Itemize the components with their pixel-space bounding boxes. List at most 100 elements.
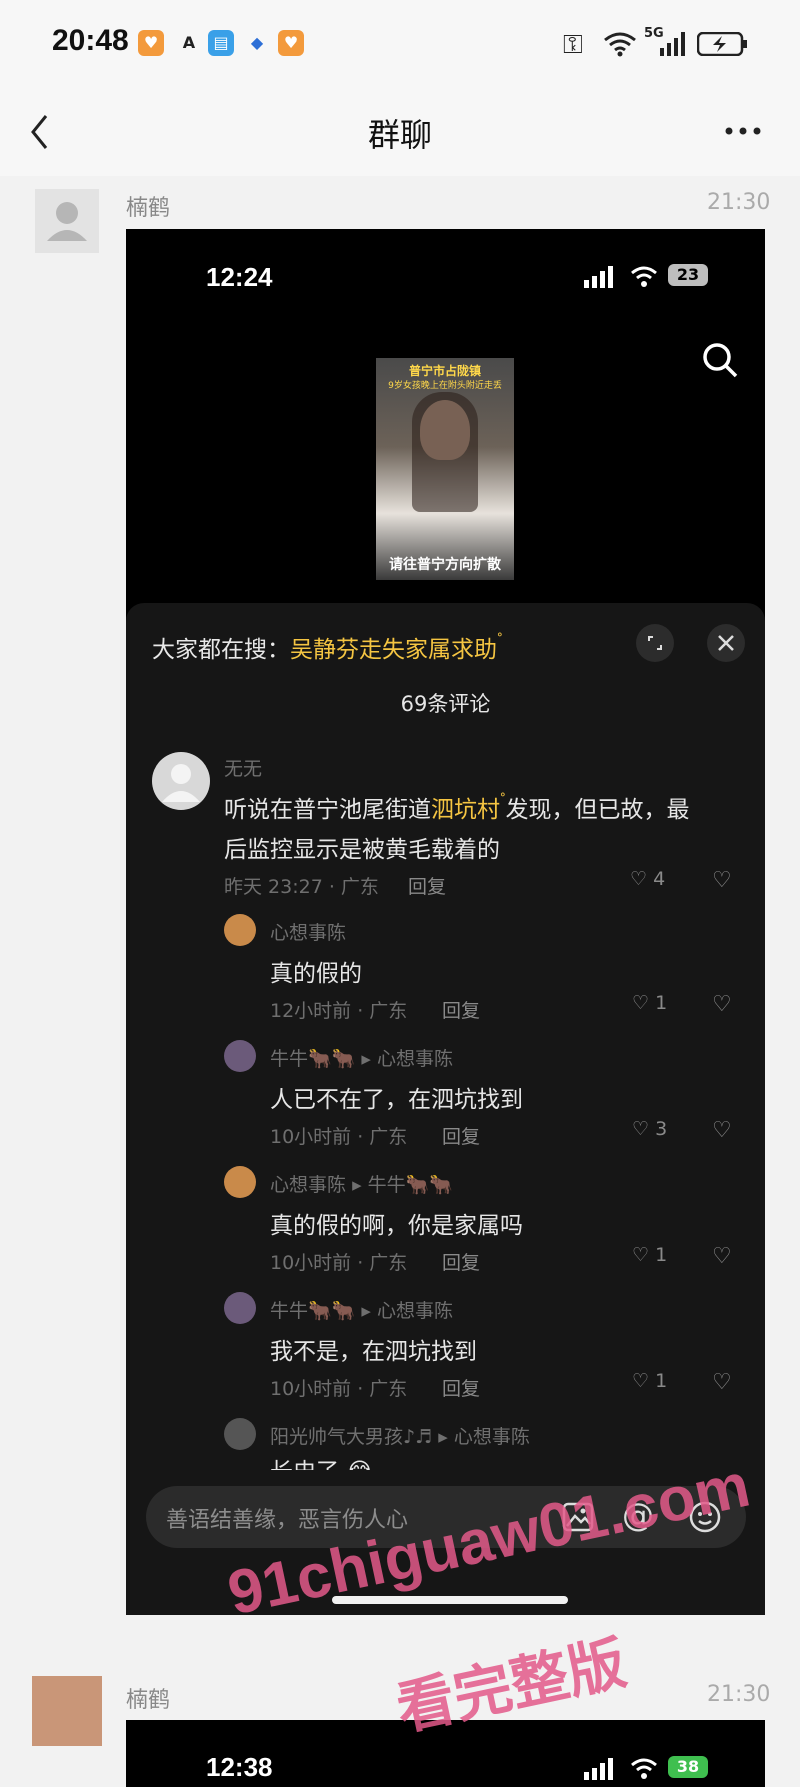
like-count: 4	[653, 868, 666, 890]
like-count: 1	[655, 992, 668, 1014]
default-user-icon	[162, 764, 200, 802]
reply-arrow-icon: ▸	[361, 1048, 371, 1070]
reply-username[interactable]: 牛牛🐂🐂	[270, 1048, 355, 1070]
reply-header: 心想事陈 ▸ 牛牛🐂🐂	[270, 1170, 453, 1197]
person-hair	[412, 392, 478, 512]
reply-header: 牛牛🐂🐂 ▸ 心想事陈	[270, 1044, 453, 1071]
message-time: 21:30	[707, 190, 771, 215]
reply-avatar[interactable]	[224, 1292, 256, 1324]
message-time: 21:30	[707, 1682, 771, 1707]
like-button[interactable]: ♡ 3	[632, 1118, 667, 1140]
inner-battery: 23	[668, 264, 708, 286]
trending-term[interactable]: 吴静芬走失家属求助	[290, 637, 497, 663]
search-icon[interactable]	[700, 340, 740, 380]
like-count: 1	[655, 1244, 668, 1266]
comment-text-part: 发现，但已故，最	[505, 797, 690, 823]
status-time: 20:48	[52, 24, 129, 57]
reply-avatar[interactable]	[224, 914, 256, 946]
reply-username[interactable]: 阳光帅气大男孩♪♬	[270, 1426, 432, 1448]
heart-icon: ♡	[630, 868, 648, 890]
heart-icon: ♡	[632, 1118, 650, 1140]
reply-username[interactable]: 心想事陈	[270, 1174, 346, 1196]
reply-to-username[interactable]: 牛牛🐂🐂	[368, 1174, 453, 1196]
comment-count: 69条评论	[400, 692, 491, 716]
more-menu-button[interactable]	[723, 124, 763, 138]
commenter-avatar[interactable]	[152, 752, 210, 810]
inner-status-time: 12:38	[206, 1752, 273, 1782]
default-user-icon	[47, 202, 87, 241]
avatar[interactable]	[32, 1676, 102, 1746]
video-subtitle: 9岁女孩晚上在附头附近走丢	[388, 381, 502, 391]
reply-meta: 12小时前 · 广东	[270, 1000, 408, 1022]
reply-button[interactable]: 回复	[442, 996, 480, 1023]
inner-status-time: 12:24	[206, 262, 273, 292]
app-notification-icon: ♥	[138, 30, 164, 56]
reply-button[interactable]: 回复	[408, 872, 446, 899]
reply-to-username[interactable]: 心想事陈	[377, 1300, 453, 1322]
like-button[interactable]: ♡ 1	[632, 1370, 667, 1392]
search-small-icon: ᐤ	[497, 630, 503, 646]
reply-button[interactable]: 回复	[442, 1122, 480, 1149]
comment-text-line2: 后监控显示是被黄毛载着的	[224, 837, 500, 863]
sender-name: 楠鹤	[126, 196, 171, 221]
app-notification-icon: ♥	[278, 30, 304, 56]
reply-button[interactable]: 回复	[442, 1248, 480, 1275]
expand-icon	[648, 636, 662, 650]
page-title: 群聊	[367, 116, 432, 154]
video-caption: 请往普宁方向扩散	[389, 557, 501, 573]
trending-prefix: 大家都在搜：	[152, 637, 290, 663]
inner-wifi-icon	[631, 1758, 657, 1779]
video-title: 普宁市占陇镇	[408, 364, 481, 378]
key-icon: ⚿	[563, 30, 583, 60]
reply-to-username[interactable]: 心想事陈	[377, 1048, 453, 1070]
inner-signal-icon	[584, 1758, 613, 1780]
inner-signal-icon	[584, 266, 613, 288]
dislike-icon[interactable]: ♡	[712, 992, 732, 1017]
battery-icon	[697, 32, 747, 56]
heart-icon: ♡	[632, 992, 650, 1014]
video-thumbnail[interactable]: 普宁市占陇镇 9岁女孩晚上在附头附近走丢 请往普宁方向扩散	[376, 358, 514, 580]
reply-header: 阳光帅气大男孩♪♬ ▸ 心想事陈	[270, 1422, 530, 1449]
dislike-icon[interactable]: ♡	[712, 868, 732, 893]
dislike-icon[interactable]: ♡	[712, 1244, 732, 1269]
like-button[interactable]: ♡ 4	[630, 868, 665, 890]
like-button[interactable]: ♡ 1	[632, 1244, 667, 1266]
reply-meta: 10小时前 · 广东	[270, 1378, 408, 1400]
comment-link[interactable]: 泗坑村	[431, 797, 500, 823]
reply-header: 牛牛🐂🐂 ▸ 心想事陈	[270, 1296, 453, 1323]
like-count: 1	[655, 1370, 668, 1392]
app-notification-icon: ◆	[250, 33, 264, 52]
close-button[interactable]	[707, 624, 745, 662]
dislike-icon[interactable]: ♡	[712, 1370, 732, 1395]
comment-text-part: 听说在普宁池尾街道	[224, 797, 431, 823]
reply-arrow-icon: ▸	[361, 1300, 371, 1322]
reply-text-clip: 长史了 😂	[270, 1452, 373, 1470]
reply-meta: 10小时前 · 广东	[270, 1126, 408, 1148]
reply-arrow-icon: ▸	[352, 1174, 362, 1196]
heart-icon: ♡	[632, 1370, 650, 1392]
like-count: 3	[655, 1118, 668, 1140]
reply-text: 人已不在了，在泗坑找到	[270, 1087, 523, 1113]
reply-avatar[interactable]	[224, 1166, 256, 1198]
wifi-icon	[604, 32, 636, 57]
reply-to-username[interactable]: 心想事陈	[454, 1426, 530, 1448]
expand-button[interactable]	[636, 624, 674, 662]
app-notification-icon: A	[182, 33, 196, 52]
reply-username[interactable]: 心想事陈	[270, 918, 346, 945]
comment-text: 听说在普宁池尾街道泗坑村ᐤ发现，但已故，最	[224, 790, 689, 824]
comment-username[interactable]: 无无	[224, 754, 262, 781]
close-icon	[718, 635, 734, 651]
avatar[interactable]	[35, 189, 99, 253]
reply-username[interactable]: 牛牛🐂🐂	[270, 1300, 355, 1322]
reply-text: 我不是，在泗坑找到	[270, 1339, 477, 1365]
reply-text: 长史了 😂	[270, 1452, 373, 1470]
reply-avatar[interactable]	[224, 1040, 256, 1072]
inner-wifi-icon	[631, 266, 657, 287]
reply-text: 真的假的啊，你是家属吗	[270, 1213, 523, 1239]
dislike-icon[interactable]: ♡	[712, 1118, 732, 1143]
reply-avatar[interactable]	[224, 1418, 256, 1450]
reply-arrow-icon: ▸	[438, 1426, 448, 1448]
reply-button[interactable]: 回复	[442, 1374, 480, 1401]
trending-search[interactable]: 大家都在搜：吴静芬走失家属求助ᐤ	[152, 630, 502, 664]
like-button[interactable]: ♡ 1	[632, 992, 667, 1014]
